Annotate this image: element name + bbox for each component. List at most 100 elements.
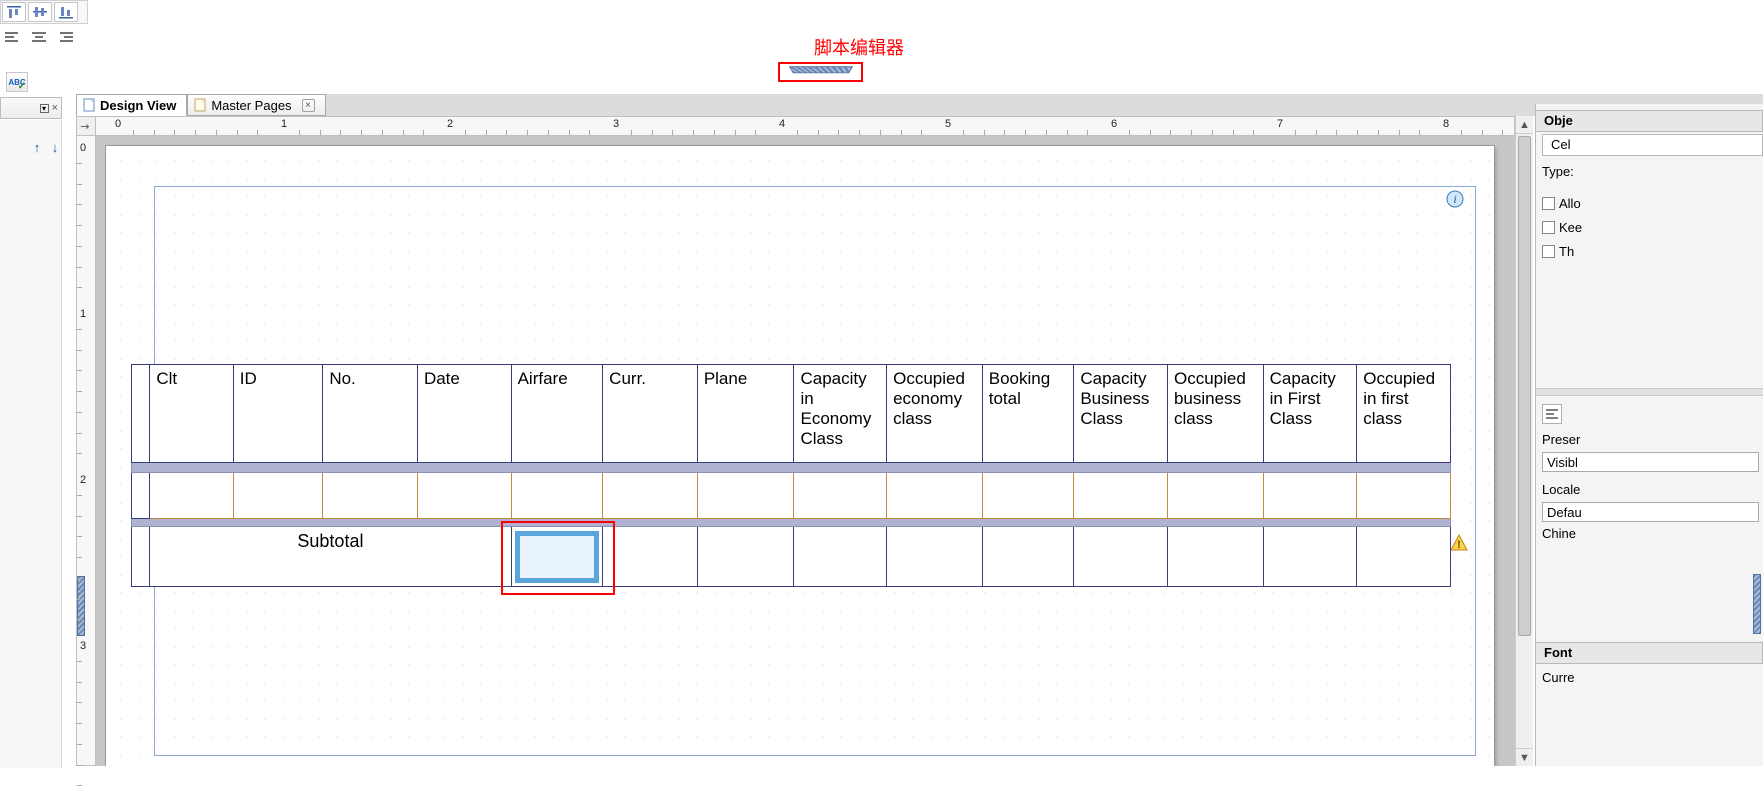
align-left-lines-icon[interactable] [1, 28, 25, 48]
col-header[interactable]: Occupied economy class [887, 365, 983, 463]
col-header[interactable]: Curr. [603, 365, 698, 463]
view-tabs-bar: Design View Master Pages × [76, 94, 1763, 116]
top-toolbar [0, 0, 88, 24]
align-middle-button[interactable] [28, 2, 52, 22]
subtotal-airfare-cell[interactable] [511, 527, 603, 587]
footer-cell[interactable] [1263, 527, 1357, 587]
second-row-toolbar [0, 26, 88, 50]
data-cell[interactable] [150, 473, 233, 519]
data-cell[interactable] [233, 473, 323, 519]
table-row-handle[interactable] [132, 527, 150, 587]
tab-design-view[interactable]: Design View [76, 94, 187, 116]
col-header[interactable]: Occupied in first class [1357, 365, 1451, 463]
footer-cell[interactable] [1074, 527, 1168, 587]
table-footer-row[interactable]: Subtotal [132, 527, 1451, 587]
scroll-thumb[interactable] [1518, 136, 1531, 636]
data-cell[interactable] [511, 473, 603, 519]
horizontal-ruler[interactable]: 012345678 [96, 116, 1515, 136]
data-cell[interactable] [417, 473, 511, 519]
page-icon [83, 98, 96, 112]
locale-label: Locale [1542, 482, 1580, 497]
ruler-corner-icon: ↘ [77, 119, 93, 135]
footer-cell[interactable] [982, 527, 1074, 587]
tab-close-button[interactable]: × [302, 99, 315, 112]
col-header[interactable]: Capacity in Economy Class [794, 365, 887, 463]
subtotal-label-cell[interactable]: Subtotal [150, 527, 511, 587]
data-cell[interactable] [1263, 473, 1357, 519]
script-editor-drag-handle[interactable] [788, 66, 852, 73]
locale-select[interactable] [1542, 502, 1759, 522]
object-properties-panel: Obje Cel Type: Allo Kee Th Preser Locale… [1535, 104, 1763, 766]
tab-master-pages-label: Master Pages [211, 98, 291, 113]
svg-text:i: i [1453, 192, 1456, 206]
tab-master-pages[interactable]: Master Pages × [187, 94, 325, 116]
nav-arrows: ↑ ↓ [30, 142, 62, 156]
data-cell[interactable] [982, 473, 1074, 519]
col-header[interactable]: Airfare [511, 365, 603, 463]
align-bottom-button[interactable] [54, 2, 78, 22]
align-center-lines-icon[interactable] [27, 28, 51, 48]
table-row-handle[interactable] [132, 473, 150, 519]
table-data-row[interactable] [132, 473, 1451, 519]
data-cell[interactable] [323, 473, 418, 519]
right-panel-drag-handle[interactable] [1753, 574, 1761, 634]
footer-cell[interactable] [1357, 527, 1451, 587]
info-badge-icon: i [1446, 190, 1464, 208]
vertical-scrollbar[interactable]: ▲ ▼ [1515, 116, 1533, 766]
scroll-down-button[interactable]: ▼ [1516, 748, 1533, 766]
ruler-corner[interactable]: ↘ [76, 116, 96, 136]
col-header[interactable]: Occupied business class [1167, 365, 1263, 463]
data-cell[interactable] [1167, 473, 1263, 519]
vertical-drag-handle[interactable] [77, 576, 85, 636]
dropdown-icon[interactable]: ▾ [40, 104, 49, 113]
presence-select[interactable] [1542, 452, 1759, 472]
checkbox-keep[interactable] [1542, 221, 1555, 234]
data-cell[interactable] [603, 473, 698, 519]
chk-allow-label: Allo [1559, 196, 1581, 211]
tab-design-view-label: Design View [100, 98, 176, 113]
col-header[interactable]: Plane [697, 365, 794, 463]
checkbox-th[interactable] [1542, 245, 1555, 258]
cell-tab[interactable]: Cel [1542, 134, 1763, 156]
col-header[interactable]: Capacity in First Class [1263, 365, 1357, 463]
script-editor-annotation: 脚本编辑器 [814, 34, 904, 60]
footer-cell[interactable] [794, 527, 887, 587]
col-header[interactable]: Date [417, 365, 511, 463]
nav-down-button[interactable]: ↓ [48, 142, 62, 156]
design-table[interactable]: Clt ID No. Date Airfare Curr. Plane Capa… [131, 364, 1451, 587]
data-cell[interactable] [794, 473, 887, 519]
nav-up-button[interactable]: ↑ [30, 142, 44, 156]
close-icon[interactable]: × [52, 102, 58, 114]
col-header[interactable]: No. [323, 365, 418, 463]
col-header[interactable]: ID [233, 365, 323, 463]
align-right-lines-icon[interactable] [53, 28, 77, 48]
footer-cell[interactable] [1167, 527, 1263, 587]
scroll-up-button[interactable]: ▲ [1516, 116, 1533, 134]
vertical-ruler[interactable]: 0123 [76, 136, 96, 766]
footer-cell[interactable] [697, 527, 794, 587]
data-cell[interactable] [887, 473, 983, 519]
footer-cell[interactable] [887, 527, 983, 587]
design-page[interactable]: i ! Clt ID No. Date Airfare Curr. [106, 146, 1494, 766]
col-header[interactable]: Capacity Business Class [1074, 365, 1168, 463]
hierarchy-panel-header[interactable]: ▾ × [0, 97, 62, 119]
master-page-icon [194, 98, 207, 112]
chk-th-label: Th [1559, 244, 1574, 259]
checkbox-allow[interactable] [1542, 197, 1555, 210]
table-header-row[interactable]: Clt ID No. Date Airfare Curr. Plane Capa… [132, 365, 1451, 463]
spellcheck-button[interactable]: ABC ✓ [6, 72, 28, 92]
footer-cell[interactable] [603, 527, 698, 587]
data-cell[interactable] [1357, 473, 1451, 519]
left-sidebar-area [0, 120, 62, 768]
object-tab[interactable]: Obje [1536, 110, 1763, 132]
data-cell[interactable] [697, 473, 794, 519]
col-header[interactable]: Booking total [982, 365, 1074, 463]
col-header[interactable]: Clt [150, 365, 233, 463]
data-cell[interactable] [1074, 473, 1168, 519]
design-canvas[interactable]: i ! Clt ID No. Date Airfare Curr. [96, 136, 1515, 766]
font-tab[interactable]: Font [1536, 642, 1763, 664]
align-icon-button[interactable] [1542, 404, 1562, 424]
curre-label: Curre [1542, 670, 1575, 685]
table-row-handle[interactable] [132, 365, 150, 463]
align-top-button[interactable] [2, 2, 26, 22]
